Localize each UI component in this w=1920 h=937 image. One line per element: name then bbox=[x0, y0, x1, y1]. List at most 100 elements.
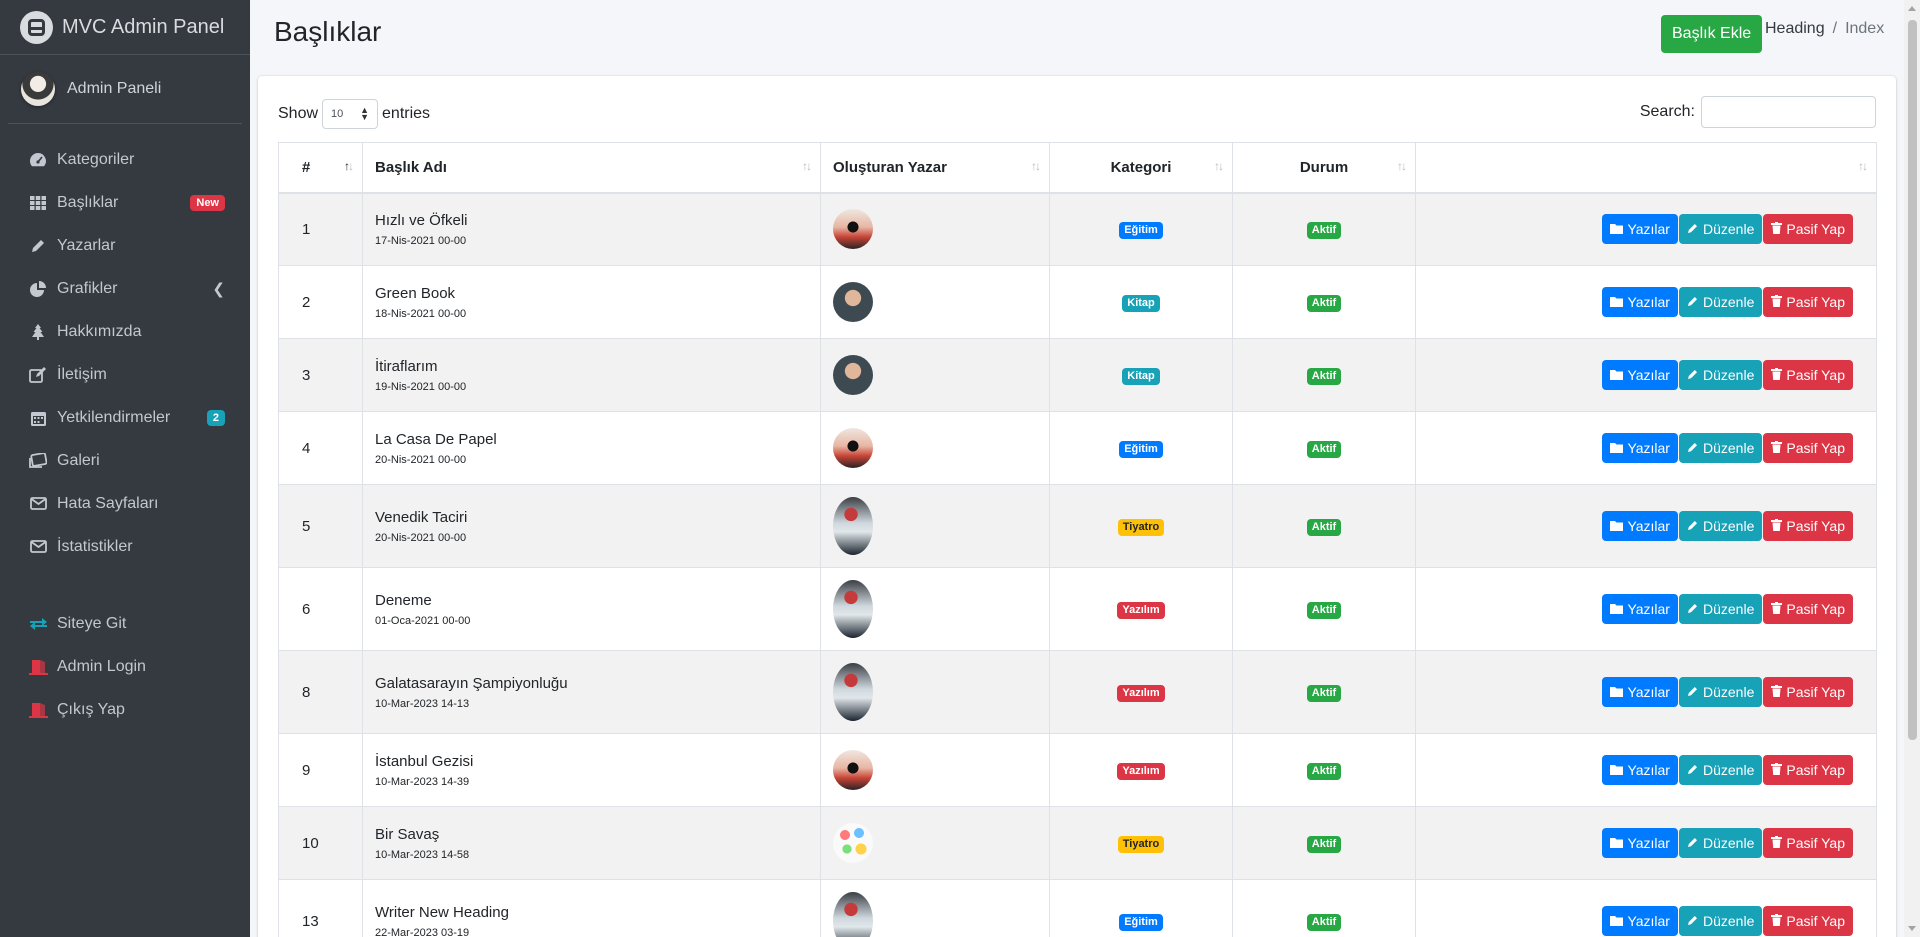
posts-button[interactable]: Yazılar bbox=[1602, 214, 1678, 245]
breadcrumb-link[interactable]: Heading bbox=[1765, 20, 1825, 38]
deactivate-button-label: Pasif Yap bbox=[1786, 518, 1845, 534]
table-row: 3 İtiraflarım 19-Nis-2021 00-00 Kitap Aktif Y… bbox=[278, 338, 1877, 412]
heading-date: 20-Nis-2021 00-00 bbox=[375, 531, 467, 544]
deactivate-button[interactable]: Pasif Yap bbox=[1763, 287, 1853, 317]
deactivate-button[interactable]: Pasif Yap bbox=[1763, 906, 1853, 936]
edit-button[interactable]: Düzenle bbox=[1678, 287, 1763, 317]
heading-date: 17-Nis-2021 00-00 bbox=[375, 234, 467, 247]
posts-button[interactable]: Yazılar bbox=[1602, 755, 1678, 785]
edit-button[interactable]: Düzenle bbox=[1678, 511, 1763, 541]
posts-button-label: Yazılar bbox=[1627, 440, 1670, 456]
sidebar-item-label: İletişim bbox=[57, 365, 107, 383]
deactivate-button[interactable]: Pasif Yap bbox=[1763, 828, 1853, 858]
posts-button[interactable]: Yazılar bbox=[1602, 677, 1678, 707]
sidebar-item-label: Grafikler bbox=[57, 279, 118, 297]
grid-icon bbox=[28, 194, 48, 212]
row-id: 1 bbox=[278, 192, 363, 266]
edit-button[interactable]: Düzenle bbox=[1678, 677, 1763, 707]
edit-button[interactable]: Düzenle bbox=[1678, 433, 1763, 463]
edit-button-label: Düzenle bbox=[1702, 913, 1755, 929]
deactivate-button-label: Pasif Yap bbox=[1786, 684, 1845, 700]
sidebar-item-admin-login[interactable]: Admin Login bbox=[0, 645, 250, 688]
brand-name: MVC Admin Panel bbox=[62, 15, 225, 38]
edit-button-label: Düzenle bbox=[1702, 518, 1755, 534]
user-panel[interactable]: Admin Paneli bbox=[8, 55, 242, 124]
envelope-icon bbox=[28, 538, 48, 556]
sidebar-item-label: Hata Sayfaları bbox=[57, 494, 159, 512]
add-heading-button[interactable]: Başlık Ekle bbox=[1661, 15, 1763, 53]
posts-button[interactable]: Yazılar bbox=[1602, 360, 1678, 390]
edit-button[interactable]: Düzenle bbox=[1678, 828, 1763, 858]
column-header-actions[interactable]: ↑↓ bbox=[1415, 142, 1877, 194]
heading-title: Galatasarayın Şampiyonluğu bbox=[375, 674, 568, 692]
folder-icon bbox=[1610, 685, 1624, 700]
deactivate-button[interactable]: Pasif Yap bbox=[1763, 214, 1853, 245]
calendar-icon bbox=[28, 409, 48, 427]
author-avatar bbox=[833, 209, 873, 250]
sidebar-item-cikis-yap[interactable]: Çıkış Yap bbox=[0, 688, 250, 731]
user-name[interactable]: Admin Paneli bbox=[67, 80, 161, 98]
posts-button[interactable]: Yazılar bbox=[1602, 511, 1678, 541]
sort-icon: ↑↓ bbox=[1031, 159, 1041, 173]
scroll-down-icon[interactable] bbox=[1908, 926, 1916, 931]
row-id: 13 bbox=[278, 879, 363, 937]
deactivate-button[interactable]: Pasif Yap bbox=[1763, 433, 1853, 463]
sidebar-item-iletisim[interactable]: İletişim bbox=[0, 353, 250, 396]
column-header-category[interactable]: Kategori ↑↓ bbox=[1049, 142, 1233, 194]
author-avatar bbox=[833, 355, 873, 395]
page-scrollbar[interactable] bbox=[1904, 0, 1920, 937]
deactivate-button[interactable]: Pasif Yap bbox=[1763, 677, 1853, 707]
search-label: Search: bbox=[1639, 103, 1695, 120]
column-header-title[interactable]: Başlık Adı ↑↓ bbox=[362, 142, 821, 194]
sidebar-item-hakkimizda[interactable]: Hakkımızda bbox=[0, 310, 250, 353]
edit-button[interactable]: Düzenle bbox=[1678, 360, 1763, 390]
posts-button[interactable]: Yazılar bbox=[1602, 594, 1678, 624]
author-avatar bbox=[833, 750, 873, 790]
column-header-author[interactable]: Oluşturan Yazar ↑↓ bbox=[820, 142, 1050, 194]
tree-icon bbox=[28, 323, 48, 341]
scroll-thumb[interactable] bbox=[1908, 20, 1917, 740]
sidebar-item-galeri[interactable]: Galeri bbox=[0, 439, 250, 482]
deactivate-button[interactable]: Pasif Yap bbox=[1763, 594, 1853, 624]
posts-button[interactable]: Yazılar bbox=[1602, 906, 1678, 936]
status-badge: Aktif bbox=[1306, 221, 1342, 239]
sidebar-item-yazarlar[interactable]: Yazarlar bbox=[0, 224, 250, 267]
row-id: 10 bbox=[278, 806, 363, 880]
posts-button[interactable]: Yazılar bbox=[1602, 287, 1678, 317]
brand-logo-icon bbox=[20, 10, 53, 44]
heading-date: 18-Nis-2021 00-00 bbox=[375, 307, 467, 320]
heading-title: Hızlı ve Öfkeli bbox=[375, 211, 468, 229]
deactivate-button[interactable]: Pasif Yap bbox=[1763, 360, 1853, 390]
category-cell: Tiyatro bbox=[1049, 806, 1233, 880]
status-cell: Aktif bbox=[1232, 806, 1416, 880]
column-header-status[interactable]: Durum ↑↓ bbox=[1232, 142, 1416, 194]
sidebar-item-yetkilendirmeler[interactable]: Yetkilendirmeler 2 bbox=[0, 396, 250, 439]
pencil-icon bbox=[1687, 602, 1699, 617]
posts-button[interactable]: Yazılar bbox=[1602, 828, 1678, 858]
sidebar-item-grafikler[interactable]: Grafikler ❮ bbox=[0, 267, 250, 310]
search-input[interactable] bbox=[1701, 96, 1876, 128]
edit-button[interactable]: Düzenle bbox=[1678, 755, 1763, 785]
posts-button[interactable]: Yazılar bbox=[1602, 433, 1678, 463]
sidebar-item-basliklar[interactable]: Başlıklar New bbox=[0, 181, 250, 224]
table-card: Show 10 ▲ ▼ entries Search: # ↑↓ Başlık A… bbox=[258, 76, 1896, 937]
column-header-number[interactable]: # ↑↓ bbox=[278, 142, 363, 194]
edit-button[interactable]: Düzenle bbox=[1678, 214, 1763, 245]
deactivate-button[interactable]: Pasif Yap bbox=[1763, 755, 1853, 785]
edit-icon bbox=[28, 366, 48, 384]
title-cell: Green Book 18-Nis-2021 00-00 bbox=[362, 265, 821, 339]
scroll-up-icon[interactable] bbox=[1908, 6, 1916, 11]
sidebar-item-kategoriler[interactable]: Kategoriler bbox=[0, 138, 250, 181]
sidebar-item-siteye-git[interactable]: Siteye Git bbox=[0, 602, 250, 645]
category-badge: Tiyatro bbox=[1117, 835, 1165, 853]
entries-select[interactable]: 10 ▲ ▼ bbox=[322, 99, 379, 129]
edit-button[interactable]: Düzenle bbox=[1678, 594, 1763, 624]
actions-cell: Yazılar Düzenle Pasif Yap bbox=[1415, 192, 1877, 266]
row-id: 6 bbox=[278, 567, 363, 651]
brand-link[interactable]: MVC Admin Panel bbox=[0, 0, 250, 55]
sidebar-item-hata-sayfalari[interactable]: Hata Sayfaları bbox=[0, 482, 250, 525]
edit-button[interactable]: Düzenle bbox=[1678, 906, 1763, 936]
deactivate-button[interactable]: Pasif Yap bbox=[1763, 511, 1853, 541]
sidebar-item-istatistikler[interactable]: İstatistikler bbox=[0, 525, 250, 568]
actions-cell: Yazılar Düzenle Pasif Yap bbox=[1415, 338, 1877, 412]
